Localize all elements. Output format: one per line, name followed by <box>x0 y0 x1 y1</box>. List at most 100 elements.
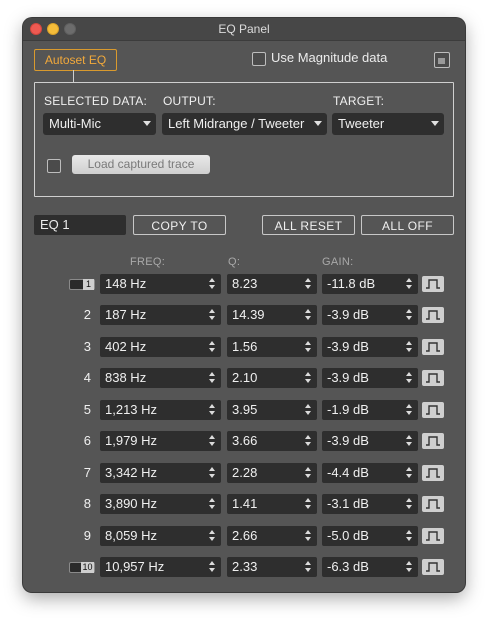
filter-type-button[interactable] <box>422 559 444 575</box>
copy-to-button[interactable]: COPY TO <box>133 215 226 235</box>
output-dropdown[interactable]: Left Midrange / Tweeter <box>162 113 327 135</box>
stepper-arrows-icon[interactable] <box>209 434 216 448</box>
load-captured-trace-button[interactable]: Load captured trace <box>72 155 210 174</box>
freq-value: 402 Hz <box>105 339 147 354</box>
stepper-arrows-icon[interactable] <box>406 497 413 511</box>
stepper-arrows-icon[interactable] <box>209 277 216 291</box>
filter-type-button[interactable] <box>422 339 444 355</box>
stepper-arrows-icon[interactable] <box>406 371 413 385</box>
freq-value: 1,979 Hz <box>105 433 158 448</box>
q-stepper[interactable]: 2.33 <box>227 557 317 577</box>
stepper-arrows-icon[interactable] <box>305 497 312 511</box>
target-dropdown[interactable]: Tweeter <box>332 113 444 135</box>
stepper-arrows-icon[interactable] <box>406 560 413 574</box>
all-reset-button[interactable]: ALL RESET <box>262 215 355 235</box>
stepper-arrows-icon[interactable] <box>305 277 312 291</box>
gain-stepper[interactable]: -3.9 dB <box>322 337 418 357</box>
stepper-arrows-icon[interactable] <box>305 340 312 354</box>
stepper-arrows-icon[interactable] <box>305 308 312 322</box>
gain-stepper[interactable]: -11.8 dB <box>322 274 418 294</box>
q-column-header: Q: <box>228 256 241 268</box>
stepper-arrows-icon[interactable] <box>209 529 216 543</box>
gain-stepper[interactable]: -3.9 dB <box>322 305 418 325</box>
chevron-down-icon <box>314 121 322 126</box>
band-number: 1 <box>83 279 94 290</box>
freq-stepper[interactable]: 148 Hz <box>100 274 221 294</box>
gain-value: -1.9 dB <box>327 402 369 417</box>
filter-type-button[interactable] <box>422 528 444 544</box>
q-stepper[interactable]: 3.66 <box>227 431 317 451</box>
filter-type-button[interactable] <box>422 370 444 386</box>
eq-name-field[interactable]: EQ 1 <box>34 215 126 235</box>
stepper-arrows-icon[interactable] <box>305 529 312 543</box>
gain-stepper[interactable]: -3.9 dB <box>322 368 418 388</box>
filter-type-button[interactable] <box>422 433 444 449</box>
filter-type-button[interactable] <box>422 276 444 292</box>
gain-stepper[interactable]: -5.0 dB <box>322 526 418 546</box>
stepper-arrows-icon[interactable] <box>305 466 312 480</box>
gain-stepper[interactable]: -3.1 dB <box>322 494 418 514</box>
gain-stepper[interactable]: -3.9 dB <box>322 431 418 451</box>
autoset-eq-tab[interactable]: Autoset EQ <box>34 49 117 71</box>
output-value: Left Midrange / Tweeter <box>168 116 305 131</box>
q-stepper[interactable]: 8.23 <box>227 274 317 294</box>
use-magnitude-checkbox[interactable] <box>252 52 266 66</box>
stepper-arrows-icon[interactable] <box>406 434 413 448</box>
chevron-down-icon <box>431 121 439 126</box>
peak-filter-icon <box>426 373 440 383</box>
q-stepper[interactable]: 2.10 <box>227 368 317 388</box>
freq-stepper[interactable]: 8,059 Hz <box>100 526 221 546</box>
filter-type-button[interactable] <box>422 402 444 418</box>
filter-type-button[interactable] <box>422 496 444 512</box>
stepper-arrows-icon[interactable] <box>406 529 413 543</box>
stepper-arrows-icon[interactable] <box>209 466 216 480</box>
gain-stepper[interactable]: -6.3 dB <box>322 557 418 577</box>
stepper-arrows-icon[interactable] <box>209 371 216 385</box>
freq-stepper[interactable]: 402 Hz <box>100 337 221 357</box>
stepper-arrows-icon[interactable] <box>209 497 216 511</box>
stepper-arrows-icon[interactable] <box>305 371 312 385</box>
gain-stepper[interactable]: -4.4 dB <box>322 463 418 483</box>
filter-type-button[interactable] <box>422 307 444 323</box>
gain-stepper[interactable]: -1.9 dB <box>322 400 418 420</box>
q-stepper[interactable]: 14.39 <box>227 305 317 325</box>
freq-stepper[interactable]: 3,342 Hz <box>100 463 221 483</box>
all-off-button[interactable]: ALL OFF <box>361 215 454 235</box>
stepper-arrows-icon[interactable] <box>209 403 216 417</box>
stepper-arrows-icon[interactable] <box>209 340 216 354</box>
load-trace-checkbox[interactable] <box>47 159 61 173</box>
stepper-arrows-icon[interactable] <box>305 403 312 417</box>
q-stepper[interactable]: 1.41 <box>227 494 317 514</box>
freq-value: 1,213 Hz <box>105 402 158 417</box>
stepper-arrows-icon[interactable] <box>406 403 413 417</box>
freq-stepper[interactable]: 3,890 Hz <box>100 494 221 514</box>
eq-band-row: 1 148 Hz 8.23 -11.8 dB <box>23 274 465 294</box>
freq-stepper[interactable]: 10,957 Hz <box>100 557 221 577</box>
q-stepper[interactable]: 3.95 <box>227 400 317 420</box>
stepper-arrows-icon[interactable] <box>305 434 312 448</box>
freq-stepper[interactable]: 187 Hz <box>100 305 221 325</box>
stepper-arrows-icon[interactable] <box>406 340 413 354</box>
freq-stepper[interactable]: 1,213 Hz <box>100 400 221 420</box>
band-enable-toggle[interactable]: 1 <box>69 279 95 290</box>
eq-band-row: 7 3,342 Hz 2.28 -4.4 dB <box>23 463 465 483</box>
q-stepper[interactable]: 1.56 <box>227 337 317 357</box>
eq-band-row: 9 8,059 Hz 2.66 -5.0 dB <box>23 526 465 546</box>
freq-stepper[interactable]: 838 Hz <box>100 368 221 388</box>
stepper-arrows-icon[interactable] <box>305 560 312 574</box>
q-value: 2.33 <box>232 559 258 574</box>
panel-toggle-button[interactable] <box>434 52 450 68</box>
q-stepper[interactable]: 2.28 <box>227 463 317 483</box>
stepper-arrows-icon[interactable] <box>406 277 413 291</box>
stepper-arrows-icon[interactable] <box>209 308 216 322</box>
stepper-arrows-icon[interactable] <box>406 466 413 480</box>
freq-stepper[interactable]: 1,979 Hz <box>100 431 221 451</box>
selected-data-dropdown[interactable]: Multi-Mic <box>43 113 156 135</box>
peak-filter-icon <box>426 436 440 446</box>
band-number: 9 <box>83 528 91 543</box>
band-enable-toggle[interactable]: 10 <box>69 562 95 573</box>
filter-type-button[interactable] <box>422 465 444 481</box>
stepper-arrows-icon[interactable] <box>406 308 413 322</box>
stepper-arrows-icon[interactable] <box>209 560 216 574</box>
q-stepper[interactable]: 2.66 <box>227 526 317 546</box>
